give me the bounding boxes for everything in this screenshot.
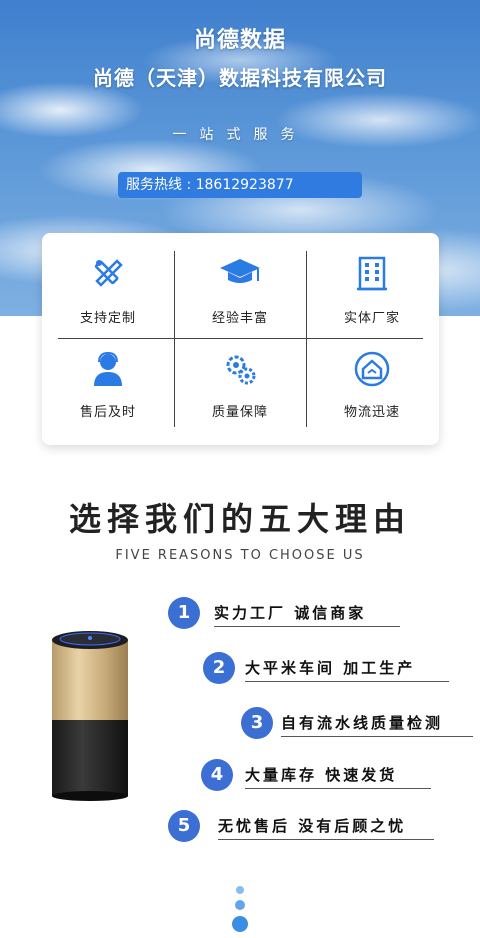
scroll-indicator-dot bbox=[236, 886, 244, 894]
gears-icon bbox=[222, 351, 258, 391]
feature-label: 经验丰富 bbox=[211, 311, 268, 326]
reason-number: 3 bbox=[241, 707, 273, 739]
reason-underline bbox=[218, 839, 434, 840]
reason-text: 大量库存 快速发货 bbox=[245, 766, 398, 784]
slogan: 一站式服务 bbox=[172, 127, 308, 143]
reason-text: 自有流水线质量检测 bbox=[281, 714, 444, 732]
section-subtitle: FIVE REASONS TO CHOOSE US bbox=[115, 548, 365, 563]
reason-underline bbox=[214, 626, 400, 627]
reason-number: 4 bbox=[201, 759, 233, 791]
graduation-cap-icon bbox=[218, 255, 262, 293]
feature-label: 质量保障 bbox=[211, 405, 268, 420]
feature-label: 物流迅速 bbox=[343, 405, 400, 420]
service-person-icon bbox=[91, 351, 125, 391]
reason-text: 大平米车间 加工生产 bbox=[245, 659, 416, 677]
reason-number: 2 bbox=[203, 652, 235, 684]
company-name: 尚德（天津）数据科技有限公司 bbox=[93, 66, 387, 90]
features-card: 支持定制 经验丰富 实体厂家 售后及时 质量保障 物流迅速 bbox=[42, 233, 439, 445]
hotline-button[interactable]: 服务热线 : 18612923877 bbox=[118, 172, 362, 198]
brand-title: 尚德数据 bbox=[193, 28, 286, 53]
feature-label: 支持定制 bbox=[79, 311, 136, 326]
reason-number: 5 bbox=[168, 810, 200, 842]
feature-logistics[interactable]: 物流迅速 bbox=[306, 339, 438, 445]
reason-underline bbox=[281, 736, 473, 737]
building-icon bbox=[355, 255, 389, 295]
feature-experience[interactable]: 经验丰富 bbox=[174, 233, 306, 339]
reason-text: 实力工厂 诚信商家 bbox=[214, 604, 367, 622]
reason-text: 无忧售后 没有后顾之忧 bbox=[218, 817, 407, 835]
reason-number: 1 bbox=[168, 597, 200, 629]
home-return-icon bbox=[354, 351, 390, 391]
feature-factory[interactable]: 实体厂家 bbox=[306, 233, 438, 339]
feature-label: 实体厂家 bbox=[343, 311, 400, 326]
product-image bbox=[50, 630, 130, 806]
reason-underline bbox=[245, 788, 431, 789]
scroll-indicator-dot bbox=[232, 916, 248, 932]
section-title: 选择我们的五大理由 bbox=[68, 500, 411, 538]
feature-customization[interactable]: 支持定制 bbox=[42, 233, 174, 339]
feature-aftersales[interactable]: 售后及时 bbox=[42, 339, 174, 445]
feature-quality[interactable]: 质量保障 bbox=[174, 339, 306, 445]
reason-underline bbox=[245, 681, 449, 682]
feature-label: 售后及时 bbox=[79, 405, 136, 420]
scroll-indicator-dot bbox=[235, 900, 245, 910]
tools-icon bbox=[91, 255, 125, 293]
